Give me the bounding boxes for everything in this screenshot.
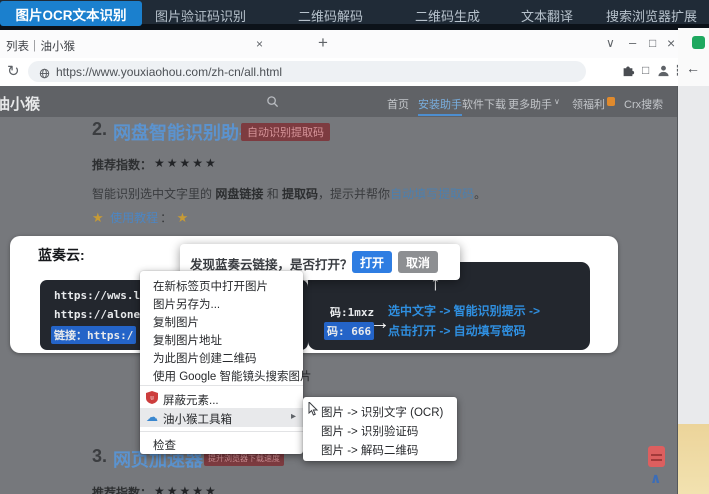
browser-tab-title[interactable]: 列表｜油小猴 [6,38,75,54]
background-window-body [678,86,709,424]
section2-number: 2. [92,119,107,140]
section2-description: 智能识别选中文字里的 网盘链接 和 提取码，提示并帮你自动填写提取码。 [92,185,486,202]
star-icon: ★ [92,210,104,225]
svg-text:u: u [150,396,153,402]
menu-item-label: 油小猴工具箱 [163,411,232,427]
menu-item-block-element[interactable]: 屏蔽元素... [163,392,219,408]
menu-item-create-qr-for-image[interactable]: 为此图片创建二维码 [153,350,257,366]
nav-crx-search[interactable]: Crx搜索 [624,96,663,112]
floating-widget-icon[interactable] [648,446,665,467]
desc-text: 。 [474,187,486,201]
url-text[interactable]: https://www.youxiaohou.com/zh-cn/all.htm… [56,65,282,79]
quick-tab-qr-generate[interactable]: 二维码生成 [415,6,480,25]
code-line: https://wws.l [54,289,140,302]
nav-caret-icon: ∨ [554,97,560,106]
dialog-open-button[interactable]: 打开 [352,251,392,273]
demo-hint-line1: 选中文字 -> 智能识别提示 -> [388,302,540,319]
new-tab-button[interactable]: + [318,33,328,53]
profile-avatar-icon[interactable] [657,64,670,82]
desc-text: 智能识别选中文字里的 [92,187,215,201]
password-line-highlighted: 码: 666 [324,322,374,340]
quick-tab-ocr[interactable]: 图片OCR文本识别 [0,1,142,26]
demo-provider-label: 蓝奏云: [38,245,85,265]
background-extension-icon [692,36,705,49]
window-maximize-button[interactable]: □ [649,36,656,50]
site-header: 油小猴 首页 安装助手 软件下载 更多助手 ∨ 领福利 Crx搜索 [0,86,677,117]
quick-tab-translate[interactable]: 文本翻译 [521,6,573,25]
desc-bold-extract-code: 提取码 [282,187,318,201]
menu-item-youxiaohou-toolbox[interactable]: ☁ 油小猴工具箱 ▸ [140,408,303,427]
code-line-highlighted: 链接：https:/ [51,326,136,344]
desc-link-autofill[interactable]: 自动填写提取码 [390,187,474,201]
section3-rating-label: 推荐指数： [92,484,152,494]
menu-item-open-image-new-tab[interactable]: 在新标签页中打开图片 [153,278,268,294]
section2-badge: 自动识别提取码 [241,123,330,141]
quick-tab-qr-decode[interactable]: 二维码解码 [298,6,363,25]
tutorial-colon: ： [160,211,172,225]
nav-more-helpers[interactable]: 更多助手 [508,96,552,112]
menu-separator [140,385,303,386]
extension-puzzle-icon[interactable] [621,63,635,82]
window-minimize-button[interactable]: – [629,35,636,50]
submenu-item-decode-qr[interactable]: 图片 -> 解码二维码 [321,442,418,458]
demo-card: 蓝奏云: https://wws.l https://alone 链接：http… [10,236,618,353]
desc-text: 和 [263,187,282,201]
menu-item-copy-image[interactable]: 复制图片 [153,314,199,330]
tutorial-row: ★ 使用教程： ★ [92,209,188,227]
nav-benefits[interactable]: 领福利 [572,96,605,112]
tutorial-link[interactable]: 使用教程 [110,211,158,225]
reload-icon[interactable]: ↻ [7,62,20,80]
browser-tab-strip: 列表｜油小猴 × + ∨ – □ × [0,30,678,59]
arrow-right-icon: → [370,312,390,335]
window-close-button[interactable]: × [667,35,675,51]
back-to-top-chevron-icon[interactable]: ∧ [650,470,661,487]
sidepanel-icon[interactable]: □ [642,63,649,77]
submenu-item-ocr-text[interactable]: 图片 -> 识别文字 (OCR) [321,404,443,420]
desc-text: ，提示并帮你 [318,187,390,201]
star-icon: ★ [177,210,189,225]
password-line: 码:1mxz [330,304,374,320]
section2-rating-label: 推荐指数： [92,156,152,173]
menu-separator [140,431,303,432]
quick-tab-captcha[interactable]: 图片验证码识别 [155,6,246,25]
nav-install-helper[interactable]: 安装助手 [418,96,462,116]
section2-rating-stars: ★★★★★ [154,156,218,170]
background-back-arrow-icon: ← [686,60,700,76]
address-bar[interactable]: https://www.youxiaohou.com/zh-cn/all.htm… [28,61,586,82]
code-line: https://alone [54,308,140,321]
menu-item-save-image-as[interactable]: 图片另存为... [153,296,220,312]
submenu-item-recognize-captcha[interactable]: 图片 -> 识别验证码 [321,423,418,439]
menu-item-google-lens-search[interactable]: 使用 Google 智能镜头搜索图片 [153,368,311,384]
menu-item-inspect[interactable]: 检查 [153,437,176,453]
cloud-icon: ☁ [146,410,158,424]
site-logo[interactable]: 油小猴 [0,93,40,114]
nav-home[interactable]: 首页 [387,96,409,112]
search-icon[interactable] [266,95,279,113]
quick-access-bar: 图片OCR文本识别 图片验证码识别 二维码解码 二维码生成 文本翻译 搜索浏览器… [0,0,709,30]
mouse-cursor-icon [308,402,319,421]
quick-tab-extension-search[interactable]: 搜索浏览器扩展 [606,6,697,25]
menu-item-copy-image-address[interactable]: 复制图片地址 [153,332,222,348]
desc-bold-netdisk-link: 网盘链接 [215,187,263,201]
background-window-image [678,424,709,494]
submenu-arrow-icon: ▸ [291,411,296,422]
toolbox-submenu: 图片 -> 识别文字 (OCR) 图片 -> 识别验证码 图片 -> 解码二维码 [303,397,457,461]
hot-icon [607,97,615,106]
section2-title[interactable]: 网盘智能识别助手 [113,119,257,145]
demo-hint-line2: 点击打开 -> 自动填写密码 [388,322,526,339]
ublock-shield-icon: u [146,391,158,409]
screen: 图片OCR文本识别 图片验证码识别 二维码解码 二维码生成 文本翻译 搜索浏览器… [0,0,709,494]
section3-number: 3. [92,446,107,467]
tab-search-chevron-icon[interactable]: ∨ [606,36,615,50]
section3-rating-stars: ★★★★★ [154,484,218,494]
dialog-cancel-button[interactable]: 取消 [398,251,438,273]
context-menu: 在新标签页中打开图片 图片另存为... 复制图片 复制图片地址 为此图片创建二维… [140,271,303,454]
nav-software-download[interactable]: 软件下载 [462,96,506,112]
site-info-globe-icon[interactable] [39,66,50,84]
tab-close-icon[interactable]: × [256,37,263,51]
